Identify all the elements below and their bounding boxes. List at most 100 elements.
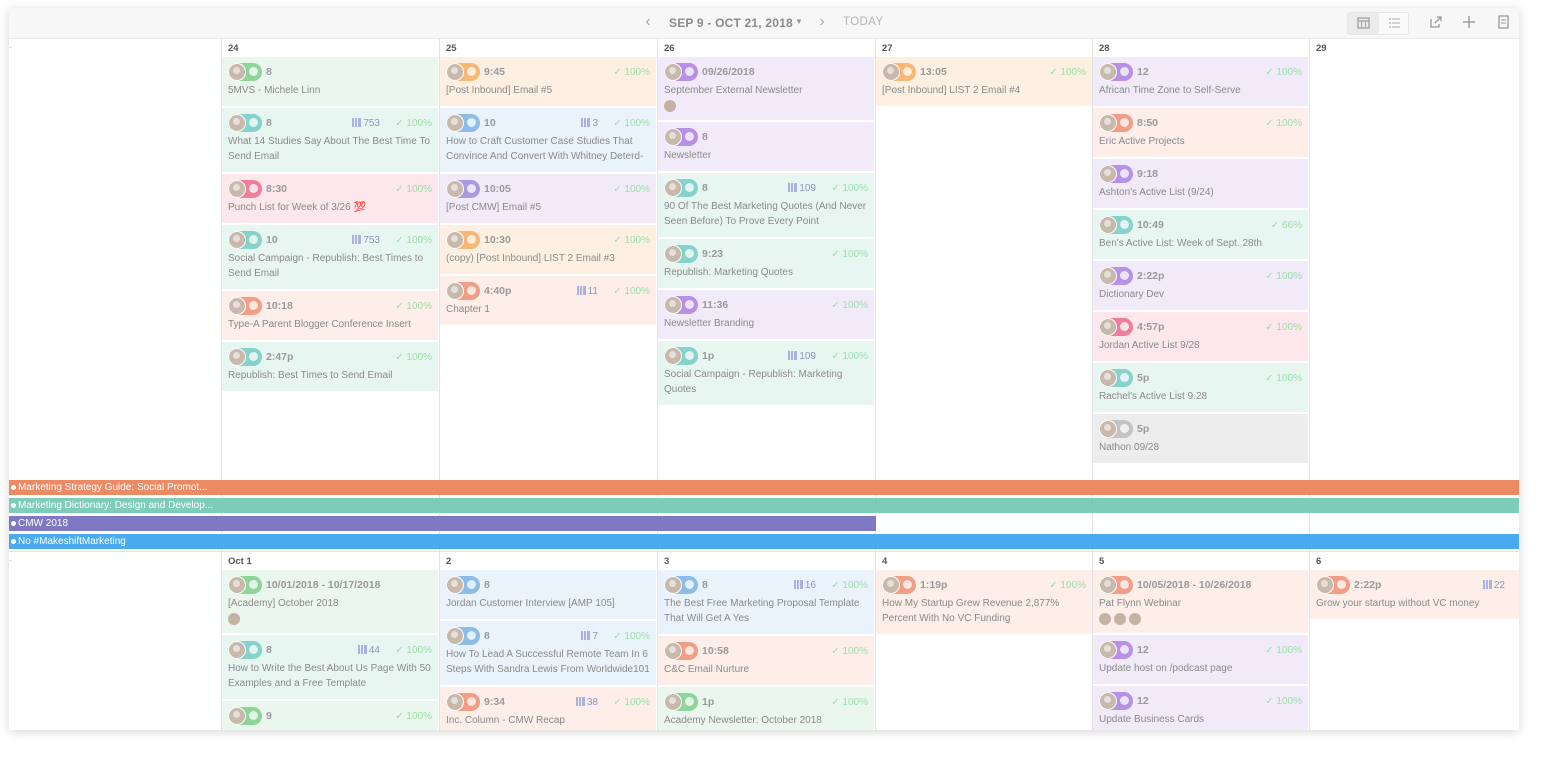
event-card[interactable]: 10:18 ✓ 100% Type-A Parent Blogger Confere…: [222, 291, 438, 340]
event-card[interactable]: 8 16 ✓ 100% The Best Free Marketing Proposa…: [658, 570, 874, 634]
event-title[interactable]: The Best Free Marketing Proposal Templat…: [664, 596, 868, 626]
event-title[interactable]: Inc. Column - CMW Recap: [446, 713, 650, 728]
avatar[interactable]: [446, 231, 464, 249]
today-button[interactable]: TODAY: [843, 16, 884, 28]
avatar[interactable]: [228, 297, 246, 315]
event-card[interactable]: 10:58 ✓ 100% C&C Email Nurture: [658, 636, 874, 685]
event-title[interactable]: 90 Of The Best Marketing Quotes (And Nev…: [664, 199, 868, 229]
avatar[interactable]: [228, 641, 246, 659]
chevron-right-icon[interactable]: ›: [815, 14, 829, 30]
event-card[interactable]: 8 Jordan Customer Interview [AMP 105]: [440, 570, 656, 619]
attendee-avatar[interactable]: [228, 613, 240, 625]
event-title[interactable]: Social Campaign - Republish: Best Times …: [228, 251, 432, 281]
avatar[interactable]: [882, 63, 900, 81]
event-card[interactable]: 1p 109 ✓ 100% Social Campaign - Republish: …: [658, 341, 874, 405]
event-card[interactable]: 10/05/2018 - 10/26/2018 Pat Flynn Webinar: [1093, 570, 1308, 633]
event-card[interactable]: 5p Nathon 09/28: [1093, 414, 1308, 463]
chevron-left-icon[interactable]: ‹: [641, 14, 655, 30]
avatar[interactable]: [1099, 114, 1117, 132]
avatar[interactable]: [664, 179, 682, 197]
avatar[interactable]: [664, 576, 682, 594]
event-title[interactable]: [Academy] October 2018: [228, 596, 432, 611]
event-title[interactable]: Punch List for Week of 3/26 💯: [228, 200, 432, 215]
event-title[interactable]: Dictionary Dev: [1099, 287, 1302, 302]
attendee-avatar[interactable]: [1129, 613, 1141, 625]
project-bar[interactable]: No #MakeshiftMarketing: [9, 534, 1519, 549]
avatar[interactable]: [664, 693, 682, 711]
event-card[interactable]: 8:30 ✓ 100% Punch List for Week of 3/26 💯: [222, 174, 438, 223]
avatar[interactable]: [882, 576, 900, 594]
event-card[interactable]: 8 Newsletter: [658, 122, 874, 171]
event-card[interactable]: 10 753 ✓ 100% Social Campaign - Republish: …: [222, 225, 438, 289]
event-card[interactable]: 9:23 ✓ 100% Republish: Marketing Quotes: [658, 239, 874, 288]
event-title[interactable]: What 14 Studies Say About The Best Time …: [228, 134, 432, 164]
avatar[interactable]: [1316, 576, 1334, 594]
event-title[interactable]: Pat Flynn Webinar: [1099, 596, 1302, 611]
event-title[interactable]: [Post CMW] Email #5: [446, 200, 650, 215]
event-title[interactable]: C&C Email Nurture: [664, 662, 868, 677]
avatar[interactable]: [664, 296, 682, 314]
event-card[interactable]: 9:18 Ashton's Active List (9/24): [1093, 159, 1308, 208]
event-title[interactable]: Chapter 1: [446, 302, 650, 317]
event-title[interactable]: Social Campaign - Republish: Marketing Q…: [664, 367, 868, 397]
event-card[interactable]: 2:22p 22 Grow your startup without VC mone…: [1310, 570, 1519, 619]
avatar[interactable]: [1099, 318, 1117, 336]
avatar[interactable]: [228, 114, 246, 132]
avatar[interactable]: [664, 245, 682, 263]
attendee-avatar[interactable]: [664, 100, 676, 112]
event-card[interactable]: 1p ✓ 100% Academy Newsletter: October 2018: [658, 687, 874, 730]
attendee-avatar[interactable]: [1114, 613, 1126, 625]
document-icon[interactable]: [1495, 14, 1511, 30]
avatar[interactable]: [446, 576, 464, 594]
avatar[interactable]: [664, 642, 682, 660]
event-card[interactable]: 5p ✓ 100% Rachel's Active List 9.28: [1093, 363, 1308, 412]
avatar[interactable]: [446, 114, 464, 132]
event-title[interactable]: Rachel's Active List 9.28: [1099, 389, 1302, 404]
event-card[interactable]: 4:57p ✓ 100% Jordan Active List 9/28: [1093, 312, 1308, 361]
avatar[interactable]: [446, 627, 464, 645]
avatar[interactable]: [1099, 267, 1117, 285]
avatar[interactable]: [1099, 692, 1117, 710]
avatar[interactable]: [1099, 420, 1117, 438]
event-title[interactable]: Academy Newsletter: October 2018: [664, 713, 868, 728]
avatar[interactable]: [228, 707, 246, 725]
event-title[interactable]: How to Write the Best About Us Page With…: [228, 661, 432, 691]
event-title[interactable]: Update host on /podcast page: [1099, 661, 1302, 676]
plus-icon[interactable]: [1461, 14, 1477, 30]
event-card[interactable]: 10/01/2018 - 10/17/2018 [Academy] October…: [222, 570, 438, 633]
avatar[interactable]: [1099, 641, 1117, 659]
event-title[interactable]: Ben's Active List: Week of Sept. 28th: [1099, 236, 1302, 251]
event-title[interactable]: September External Newsletter: [664, 83, 868, 98]
event-card[interactable]: 4:40p 11 ✓ 100% Chapter 1: [440, 276, 656, 325]
avatar[interactable]: [228, 180, 246, 198]
event-card[interactable]: 1:19p ✓ 100% How My Startup Grew Revenue 2…: [876, 570, 1092, 634]
event-card[interactable]: 10:49 ✓ 66% Ben's Active List: Week of Sep…: [1093, 210, 1308, 259]
event-card[interactable]: 8:50 ✓ 100% Eric Active Projects: [1093, 108, 1308, 157]
event-title[interactable]: Update Business Cards: [1099, 712, 1302, 727]
list-view-button[interactable]: [1379, 13, 1410, 34]
event-card[interactable]: 2:47p ✓ 100% Republish: Best Times to Send…: [222, 342, 438, 391]
event-card[interactable]: 12 ✓ 100% Update host on /podcast page: [1093, 635, 1308, 684]
event-card[interactable]: 12 ✓ 100% African Time Zone to Self-Serve: [1093, 57, 1308, 106]
event-card[interactable]: 9:34 38 ✓ 100% Inc. Column - CMW Recap: [440, 687, 656, 730]
project-bar[interactable]: Marketing Strategy Guide: Social Promot.…: [9, 480, 1519, 495]
event-card[interactable]: 13:05 ✓ 100% [Post Inbound] LIST 2 Email #…: [876, 57, 1092, 106]
event-title[interactable]: Republish: Best Times to Send Email: [228, 368, 432, 383]
event-title[interactable]: [Post Inbound] Email #5: [446, 83, 650, 98]
event-title[interactable]: Newsletter Branding: [664, 316, 868, 331]
caret-down-icon[interactable]: ▼: [795, 17, 803, 26]
event-title[interactable]: How to Craft Customer Case Studies That …: [446, 134, 650, 164]
event-card[interactable]: 12 ✓ 100% Update Business Cards: [1093, 686, 1308, 730]
avatar[interactable]: [446, 63, 464, 81]
event-title[interactable]: (copy) [Post Inbound] LIST 2 Email #3: [446, 251, 650, 266]
event-card[interactable]: 10:05 ✓ 100% [Post CMW] Email #5: [440, 174, 656, 223]
avatar[interactable]: [1099, 369, 1117, 387]
project-bar[interactable]: Marketing Dictionary: Design and Develop…: [9, 498, 1519, 513]
event-card[interactable]: 8 753 ✓ 100% What 14 Studies Say About The …: [222, 108, 438, 172]
event-title[interactable]: Republish: Marketing Quotes: [664, 265, 868, 280]
event-title[interactable]: Grow your startup without VC money: [1316, 596, 1513, 611]
event-card[interactable]: 8 44 ✓ 100% How to Write the Best About Us …: [222, 635, 438, 699]
avatar[interactable]: [446, 180, 464, 198]
event-title[interactable]: Eric Active Projects: [1099, 134, 1302, 149]
event-card[interactable]: 8 109 ✓ 100% 90 Of The Best Marketing Quote…: [658, 173, 874, 237]
